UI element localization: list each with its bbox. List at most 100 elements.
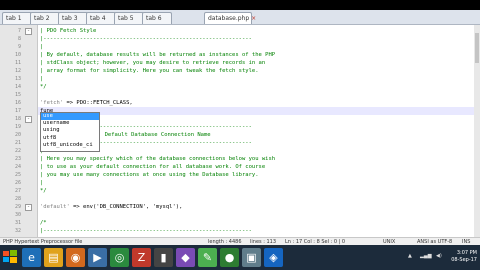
tab-label: tab 5 <box>118 15 134 22</box>
code-line: | to use as your default connection for … <box>40 164 266 170</box>
system-tray: ▲ ▂▄▆ ◀) 3:07 PM 08-Sep-17 <box>380 245 480 270</box>
app-icon[interactable]: ▣ <box>242 248 261 267</box>
line-number: 20 <box>14 132 21 138</box>
code-line: | array format for simplicity. Here you … <box>40 68 259 74</box>
string-literal: 'default' <box>40 204 70 210</box>
network-icon[interactable]: ▂▄▆ <box>420 253 432 259</box>
code-line: |---------------------------------------… <box>40 36 252 42</box>
firefox-icon[interactable]: ◉ <box>66 248 85 267</box>
line-number: 28 <box>14 196 21 202</box>
string-literal: 'fetch' <box>40 100 64 106</box>
code-line: | you may use many connections at once u… <box>40 172 259 178</box>
line-number: 18 <box>14 116 21 122</box>
app-icon[interactable]: ◆ <box>176 248 195 267</box>
tab-1[interactable]: tab 1 <box>2 12 32 24</box>
window-top-strip <box>0 0 480 10</box>
clock[interactable]: 3:07 PM 08-Sep-17 <box>451 250 477 264</box>
taskbar: e ▤ ◉ ▶ ◎ Z ▮ ◆ ✎ ● ▣ ◈ ▲ ▂▄▆ ◀) 3:07 PM… <box>0 245 480 270</box>
notepad-plus-plus-icon[interactable]: ✎ <box>198 248 217 267</box>
code-line: 'default' => env('DB_CONNECTION', 'mysql… <box>40 203 182 211</box>
tab-3[interactable]: tab 3 <box>58 12 88 24</box>
windows-start-icon[interactable] <box>2 249 18 265</box>
code-line: */ <box>40 188 47 194</box>
line-number: 8 <box>17 36 21 42</box>
code-line: 'fetch' => PDO::FETCH_CLASS, <box>40 99 133 107</box>
tray-chevron-icon[interactable]: ▲ <box>408 253 412 259</box>
chrome-icon[interactable]: ◎ <box>110 248 129 267</box>
autocomplete-item[interactable]: utf8 <box>41 135 99 142</box>
code-line: | PDO Fetch Style <box>40 28 97 34</box>
vertical-scrollbar[interactable] <box>474 25 480 237</box>
clock-date: 08-Sep-17 <box>451 257 477 263</box>
code-text: => PDO::FETCH_CLASS, <box>63 100 133 106</box>
scrollbar-thumb[interactable] <box>475 33 479 63</box>
volume-icon[interactable]: ◀) <box>436 253 442 259</box>
code-line: /* <box>40 220 47 226</box>
line-number: 11 <box>14 60 21 66</box>
tab-label: tab 6 <box>146 15 162 22</box>
tab-5[interactable]: tab 5 <box>114 12 144 24</box>
app-icon[interactable]: ◈ <box>264 248 283 267</box>
line-number: 14 <box>14 84 21 90</box>
tab-label: tab 4 <box>90 15 106 22</box>
current-line-highlight <box>38 107 474 115</box>
code-line: | <box>40 180 44 186</box>
app-icon[interactable]: ● <box>220 248 239 267</box>
tab-4[interactable]: tab 4 <box>86 12 116 24</box>
code-line: | <box>40 76 44 82</box>
tab-label: tab 3 <box>62 15 78 22</box>
code-line: | stdClass object; however, you may desi… <box>40 60 266 66</box>
code-editor[interactable]: | PDO Fetch Style |---------------------… <box>38 25 474 237</box>
fold-marker-icon[interactable]: - <box>25 28 32 35</box>
fold-marker-icon[interactable]: - <box>25 204 32 211</box>
tab-6[interactable]: tab 6 <box>142 12 172 24</box>
line-number: 31 <box>14 220 21 226</box>
screen: tab 1 tab 2 tab 3 tab 4 tab 5 tab 6 data… <box>0 0 480 270</box>
code-text: => env('DB_CONNECTION', 'mysql'), <box>69 204 183 210</box>
line-number: 15 <box>14 92 21 98</box>
line-number: 7 <box>17 28 21 34</box>
code-line: | Here you may specify which of the data… <box>40 156 276 162</box>
close-icon[interactable]: × <box>251 15 256 22</box>
line-number: 16 <box>14 100 21 106</box>
code-line: */ <box>40 84 47 90</box>
line-number: 24 <box>14 164 21 170</box>
line-number: 27 <box>14 188 21 194</box>
clock-time: 3:07 PM <box>456 250 477 256</box>
line-number-gutter: 7 8 9 10 11 12 13 14 15 16 17 18 19 20 2… <box>0 25 38 237</box>
line-number: 17 <box>14 108 21 114</box>
line-number: 10 <box>14 52 21 58</box>
media-player-icon[interactable]: ▶ <box>88 248 107 267</box>
line-number: 26 <box>14 180 21 186</box>
filezilla-icon[interactable]: Z <box>132 248 151 267</box>
autocomplete-item[interactable]: utf8_unicode_ci <box>41 142 99 149</box>
internet-explorer-icon[interactable]: e <box>22 248 41 267</box>
code-line: | Default Database Connection Name <box>98 132 211 138</box>
tab-bar: tab 1 tab 2 tab 3 tab 4 tab 5 tab 6 data… <box>0 10 480 25</box>
line-number: 32 <box>14 228 21 234</box>
file-explorer-icon[interactable]: ▤ <box>44 248 63 267</box>
code-line: | By default, database results will be r… <box>40 52 276 58</box>
line-number: 25 <box>14 172 21 178</box>
line-number: 19 <box>14 124 21 130</box>
tab-2[interactable]: tab 2 <box>30 12 60 24</box>
code-line: |---------------------------------------… <box>40 228 252 234</box>
tab-label: database.php <box>208 15 250 22</box>
line-number: 13 <box>14 76 21 82</box>
autocomplete-item[interactable]: using <box>41 127 99 134</box>
line-number: 22 <box>14 148 21 154</box>
autocomplete-item[interactable]: use <box>41 113 99 121</box>
line-number: 21 <box>14 140 21 146</box>
tab-label: tab 2 <box>34 15 50 22</box>
code-line: | <box>40 44 44 50</box>
autocomplete-item[interactable]: username <box>41 120 99 127</box>
line-number: 9 <box>17 44 21 50</box>
autocomplete-popup[interactable]: use username using utf8 utf8_unicode_ci <box>40 112 100 152</box>
tab-database-php[interactable]: database.php × <box>204 12 256 24</box>
tab-label: tab 1 <box>6 15 22 22</box>
fold-marker-icon[interactable]: - <box>25 116 32 123</box>
line-number: 23 <box>14 156 21 162</box>
command-prompt-icon[interactable]: ▮ <box>154 248 173 267</box>
line-number: 30 <box>14 212 21 218</box>
line-number: 29 <box>14 204 21 210</box>
